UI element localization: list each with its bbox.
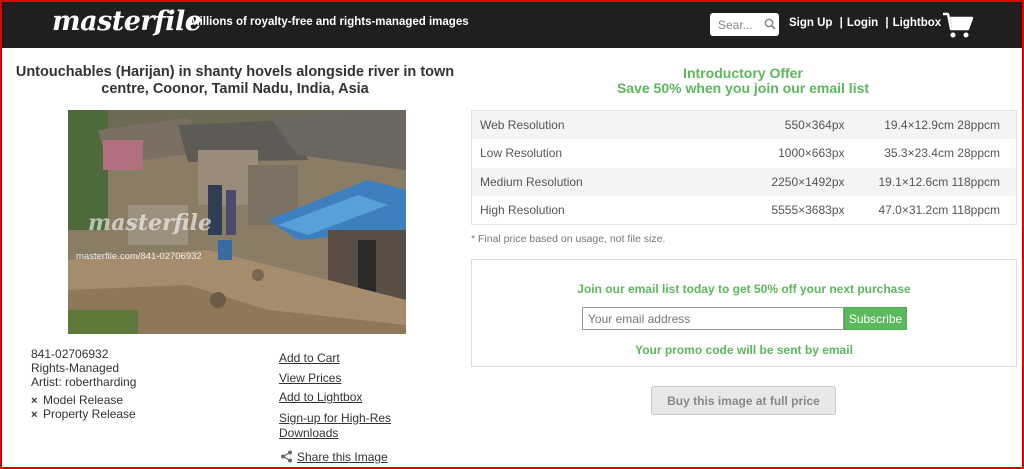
signup-highres-link[interactable]: Sign-up for High-Res Downloads (279, 411, 391, 441)
nav-separator: | (839, 17, 843, 29)
resolution-size: 19.1×12.6cm 118ppcm (878, 174, 1000, 189)
artist-name: Artist: robertharding (31, 375, 137, 389)
search-input[interactable] (710, 13, 762, 36)
signup-highres-line1: Sign-up for High-Res (279, 410, 392, 425)
view-prices-link[interactable]: View Prices (279, 369, 391, 389)
offer-subtitle: Save 50% when you join our email list (616, 80, 870, 96)
resolution-pixels: 1000×663px (778, 146, 845, 161)
promo-note: Your promo code will be sent by email (635, 343, 853, 357)
buy-full-price-button[interactable]: Buy this image at full price (651, 386, 836, 415)
add-to-lightbox-link[interactable]: Add to Lightbox (279, 388, 391, 408)
search-box (710, 13, 779, 36)
image-meta: 841-02706932 Rights-Managed Artist: robe… (31, 347, 136, 389)
share-image-link[interactable]: Share this Image (297, 450, 388, 464)
image-id: 841-02706932 (31, 347, 109, 361)
email-signup-box: Join our email list today to get 50% off… (471, 259, 1017, 367)
resolution-pixels: 2250×1492px (771, 174, 845, 189)
resolution-size: 47.0×31.2cm 118ppcm (878, 203, 1000, 217)
lightbox-link[interactable]: Lightbox (893, 17, 942, 29)
watermark-url: masterfile.com/841-02706932 (76, 251, 202, 262)
resolution-table: Web Resolution 550×364px 19.4×12.9cm 28p… (471, 110, 1017, 225)
release-label: Property Release (43, 407, 136, 421)
watermark-logo: masterfile (88, 210, 213, 236)
stock-photo[interactable]: masterfile masterfile.com/841-02706932 (68, 110, 406, 334)
table-row[interactable]: Low Resolution 1000×663px 35.3×23.4cm 28… (471, 139, 1017, 168)
share-icon[interactable] (280, 450, 293, 463)
masterfile-logo[interactable]: masterfile (52, 6, 202, 37)
release-item: × Property Release (31, 408, 136, 422)
signup-highres-line2: Downloads (279, 425, 339, 440)
resolution-name: Low Resolution (480, 146, 563, 161)
resolution-pixels: 550×364px (784, 118, 845, 132)
offer-title: Introductory Offer (683, 65, 803, 81)
x-icon: × (31, 395, 38, 407)
x-icon: × (31, 409, 38, 421)
release-item: × Model Release (31, 394, 136, 408)
resolution-name: Medium Resolution (480, 174, 583, 189)
resolution-pixels: 5555×3683px (771, 203, 845, 217)
email-field[interactable] (582, 307, 844, 330)
resolution-name: High Resolution (480, 203, 565, 217)
image-title: Untouchables (Harijan) in shanty hovels … (15, 64, 455, 97)
login-link[interactable]: Login (847, 17, 878, 29)
cart-icon[interactable] (942, 11, 974, 39)
subscribe-button[interactable]: Subscribe (844, 307, 907, 330)
share-row: Share this Image (280, 450, 388, 464)
top-header: masterfile Millions of royalty-free and … (0, 0, 1024, 48)
email-heading: Join our email list today to get 50% off… (577, 282, 911, 296)
table-row[interactable]: High Resolution 5555×3683px 47.0×31.2cm … (471, 196, 1017, 225)
license-type: Rights-Managed (31, 361, 120, 375)
resolution-name: Web Resolution (480, 118, 565, 132)
add-to-cart-link[interactable]: Add to Cart (279, 349, 391, 369)
image-actions: Add to Cart View Prices Add to Lightbox … (279, 349, 391, 441)
header-tagline: Millions of royalty-free and rights-mana… (190, 16, 469, 28)
resolution-size: 19.4×12.9cm 28ppcm (884, 118, 1000, 132)
nav-separator: | (885, 17, 889, 29)
table-row[interactable]: Web Resolution 550×364px 19.4×12.9cm 28p… (471, 110, 1017, 139)
introductory-offer: Introductory Offer Save 50% when you joi… (470, 66, 1016, 96)
signup-link[interactable]: Sign Up (789, 17, 832, 29)
price-note: * Final price based on usage, not file s… (471, 233, 666, 245)
account-nav: Sign Up | Login | Lightbox (789, 17, 941, 29)
search-icon[interactable] (764, 18, 776, 30)
resolution-size: 35.3×23.4cm 28ppcm (884, 146, 1000, 161)
table-row[interactable]: Medium Resolution 2250×1492px 19.1×12.6c… (471, 167, 1017, 196)
release-label: Model Release (43, 393, 124, 407)
release-list: × Model Release × Property Release (31, 394, 136, 422)
